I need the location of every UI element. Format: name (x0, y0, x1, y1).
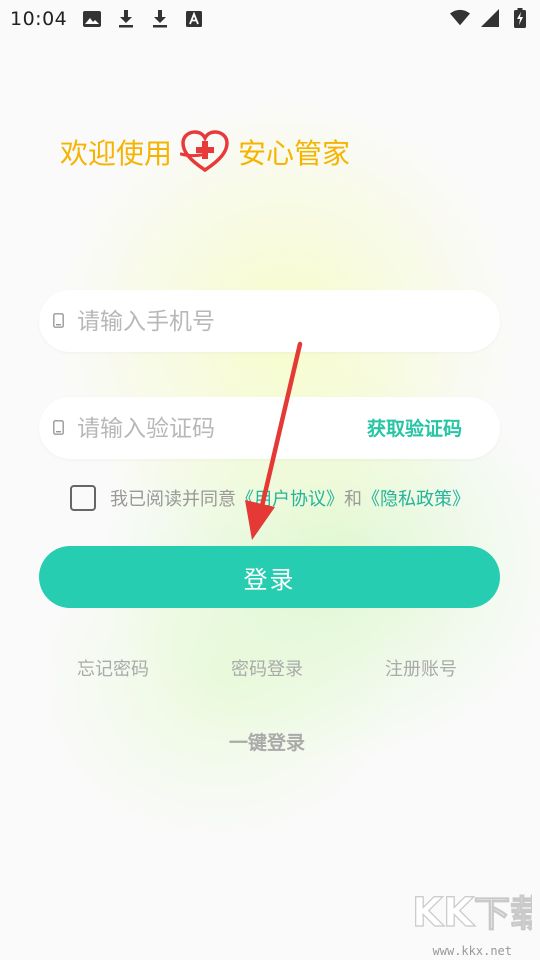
phone-field[interactable] (39, 290, 500, 354)
password-login-link[interactable]: 密码登录 (231, 655, 303, 681)
agreement-row: 我已阅读并同意 《用户协议》 和 《隐私政策》 (70, 485, 470, 511)
verification-code-input[interactable] (75, 397, 379, 461)
welcome-prefix: 欢迎使用 (60, 137, 173, 170)
download-icon (116, 9, 136, 29)
one-click-login-link[interactable]: 一键登录 (229, 728, 305, 755)
forgot-password-link[interactable]: 忘记密码 (77, 655, 149, 681)
battery-charging-icon (510, 8, 530, 28)
keyboard-a-icon (184, 9, 204, 29)
svg-text:KK: KK (412, 890, 476, 936)
login-button-label: 登录 (243, 565, 296, 594)
status-time: 10:04 (10, 8, 68, 30)
status-bar: 10:04 (0, 0, 540, 38)
phone-icon (53, 313, 64, 332)
get-code-button[interactable]: 获取验证码 (367, 414, 462, 441)
system-icons (450, 8, 530, 28)
signal-icon (480, 8, 500, 28)
image-icon (82, 9, 102, 29)
agreement-conjunction: 和 (344, 489, 362, 510)
register-link[interactable]: 注册账号 (385, 655, 457, 681)
phone-input[interactable] (75, 290, 379, 354)
heart-cross-logo-icon (179, 130, 230, 174)
login-button[interactable]: 登录 (39, 546, 500, 608)
user-agreement-link[interactable]: 《用户协议》 (236, 485, 344, 511)
watermark-logo: KK 下载 (411, 886, 540, 942)
agreement-checkbox[interactable] (70, 485, 96, 511)
privacy-policy-link[interactable]: 《隐私政策》 (362, 485, 470, 511)
notification-icons (82, 9, 204, 29)
verification-code-field[interactable]: 获取验证码 (39, 397, 500, 461)
welcome-heading: 欢迎使用 安心管家 (60, 130, 350, 174)
agreement-text: 我已阅读并同意 (110, 489, 236, 510)
app-name: 安心管家 (238, 137, 351, 170)
watermark-brand-suffix: 下载 (474, 894, 532, 935)
phone-icon (53, 420, 64, 439)
wifi-icon (450, 8, 470, 28)
watermark-url: www.kkx.net (432, 944, 512, 958)
download-icon (150, 9, 170, 29)
